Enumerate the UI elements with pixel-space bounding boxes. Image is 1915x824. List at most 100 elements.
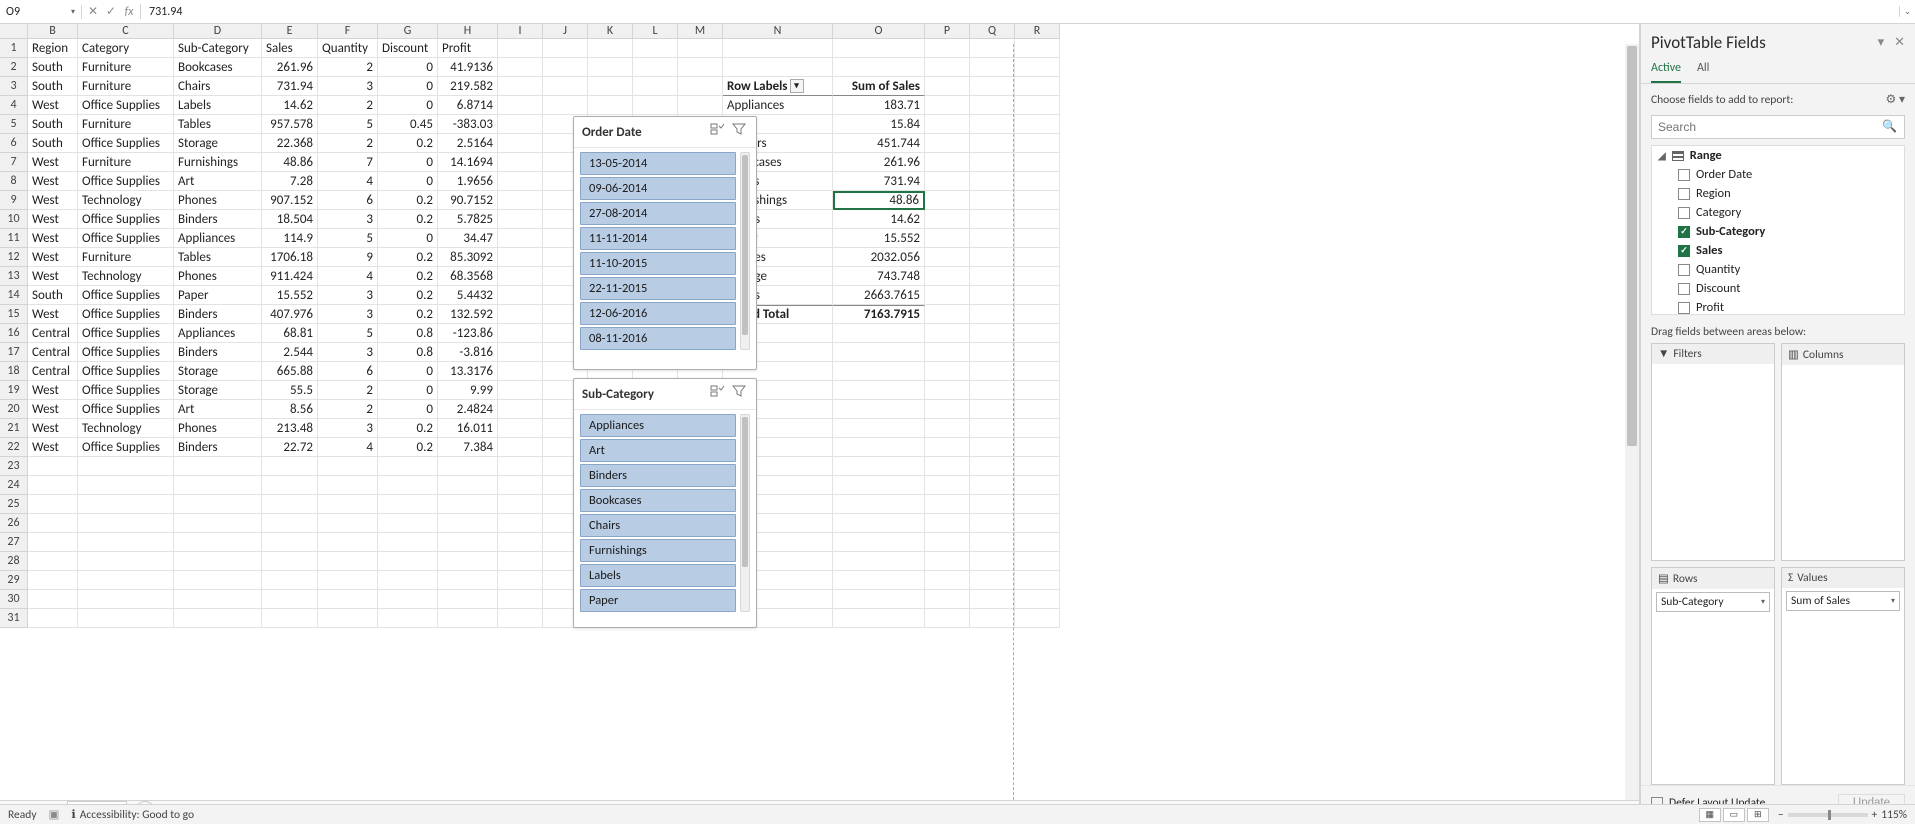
cell[interactable]: Furniture [78, 58, 174, 77]
slicer-item[interactable]: 22-11-2015 [580, 277, 736, 300]
formula-value[interactable]: 731.94 [141, 5, 1899, 19]
cell[interactable]: 8.56 [262, 400, 318, 419]
cell[interactable]: Office Supplies [78, 343, 174, 362]
cell[interactable] [925, 514, 970, 533]
field-search[interactable]: 🔍 [1651, 115, 1905, 139]
cell[interactable]: 2 [318, 400, 378, 419]
cell[interactable] [970, 457, 1015, 476]
zoom-level[interactable]: 115% [1881, 808, 1907, 822]
gear-icon[interactable]: ⚙ ▾ [1886, 92, 1906, 107]
cell[interactable] [28, 495, 78, 514]
cell[interactable]: West [28, 172, 78, 191]
cell[interactable]: West [28, 229, 78, 248]
close-pane-icon[interactable]: ✕ [1894, 35, 1905, 50]
cell[interactable]: Quantity [318, 39, 378, 58]
row-header[interactable]: 3 [0, 77, 28, 96]
cell[interactable] [970, 552, 1015, 571]
cell[interactable] [925, 457, 970, 476]
cell[interactable]: 0.2 [378, 191, 438, 210]
cell[interactable] [174, 552, 262, 571]
cell[interactable] [1015, 476, 1060, 495]
cell[interactable]: 41.9136 [438, 58, 498, 77]
cell[interactable]: 16.011 [438, 419, 498, 438]
cell[interactable] [925, 39, 970, 58]
checkbox-icon[interactable] [1678, 207, 1690, 219]
cell[interactable]: 55.5 [262, 381, 318, 400]
cell[interactable] [378, 533, 438, 552]
slicer-scrollbar[interactable] [740, 414, 750, 612]
multi-select-icon[interactable] [710, 123, 726, 141]
cell[interactable]: Office Supplies [78, 134, 174, 153]
column-header[interactable]: M [678, 24, 723, 39]
checkbox-icon[interactable] [1678, 283, 1690, 295]
cell[interactable]: 743.748 [833, 267, 925, 286]
cell[interactable]: Art [174, 172, 262, 191]
cell[interactable] [378, 552, 438, 571]
column-header[interactable]: H [438, 24, 498, 39]
cell[interactable]: Appliances [723, 96, 833, 115]
area-item[interactable]: Sum of Sales▾ [1786, 591, 1900, 611]
cell[interactable] [833, 39, 925, 58]
cell[interactable]: 261.96 [262, 58, 318, 77]
slicer-item[interactable]: 11-10-2015 [580, 252, 736, 275]
cell[interactable]: Office Supplies [78, 362, 174, 381]
cell[interactable] [78, 571, 174, 590]
cell[interactable]: 68.81 [262, 324, 318, 343]
row-header[interactable]: 26 [0, 514, 28, 533]
cell[interactable] [78, 457, 174, 476]
cell[interactable]: -383.03 [438, 115, 498, 134]
cell[interactable]: 0.8 [378, 324, 438, 343]
spreadsheet-grid[interactable]: BCDEFGHIJKLMNOPQR1RegionCategorySub-Cate… [0, 24, 1640, 820]
cell[interactable]: Storage [174, 134, 262, 153]
vertical-scrollbar[interactable] [1625, 44, 1639, 800]
cell[interactable] [498, 229, 543, 248]
cell[interactable]: Storage [174, 381, 262, 400]
cell[interactable] [78, 476, 174, 495]
cell[interactable] [588, 58, 633, 77]
row-header[interactable]: 31 [0, 609, 28, 628]
collapse-icon[interactable]: ◢ [1658, 149, 1666, 162]
cell[interactable]: 2 [318, 381, 378, 400]
slicer-sub-category[interactable]: Sub-Category AppliancesArtBindersBookcas… [573, 378, 757, 628]
cell[interactable] [1015, 552, 1060, 571]
cell[interactable]: Storage [174, 362, 262, 381]
cell[interactable]: 219.582 [438, 77, 498, 96]
cell[interactable] [28, 590, 78, 609]
cell[interactable]: 0.45 [378, 115, 438, 134]
cell[interactable] [1015, 286, 1060, 305]
cell[interactable]: West [28, 305, 78, 324]
row-header[interactable]: 22 [0, 438, 28, 457]
cell[interactable] [970, 343, 1015, 362]
cell[interactable]: Office Supplies [78, 96, 174, 115]
cell[interactable] [174, 514, 262, 533]
cell[interactable]: 5.4432 [438, 286, 498, 305]
checkbox-icon[interactable] [1678, 302, 1690, 314]
cell[interactable] [970, 533, 1015, 552]
cell[interactable] [498, 77, 543, 96]
cell[interactable] [262, 476, 318, 495]
cell[interactable]: Office Supplies [78, 324, 174, 343]
cell[interactable]: Central [28, 343, 78, 362]
cell[interactable] [498, 305, 543, 324]
page-break-view-icon[interactable]: ⊞ [1747, 808, 1769, 822]
cell[interactable] [970, 39, 1015, 58]
cell[interactable] [925, 305, 970, 324]
row-header[interactable]: 30 [0, 590, 28, 609]
cell[interactable]: 48.86 [262, 153, 318, 172]
cell[interactable] [1015, 343, 1060, 362]
cell[interactable] [970, 153, 1015, 172]
cell[interactable]: 18.504 [262, 210, 318, 229]
clear-filter-icon[interactable] [732, 385, 748, 403]
cell[interactable] [438, 476, 498, 495]
cell[interactable] [1015, 400, 1060, 419]
cell[interactable] [262, 457, 318, 476]
cell[interactable] [262, 533, 318, 552]
cell[interactable] [498, 381, 543, 400]
cell[interactable]: 2.544 [262, 343, 318, 362]
cell[interactable]: Office Supplies [78, 381, 174, 400]
cell[interactable] [970, 609, 1015, 628]
cell[interactable]: Furniture [78, 77, 174, 96]
cell[interactable] [970, 248, 1015, 267]
cell[interactable]: 2032.056 [833, 248, 925, 267]
cell[interactable]: 0.2 [378, 248, 438, 267]
